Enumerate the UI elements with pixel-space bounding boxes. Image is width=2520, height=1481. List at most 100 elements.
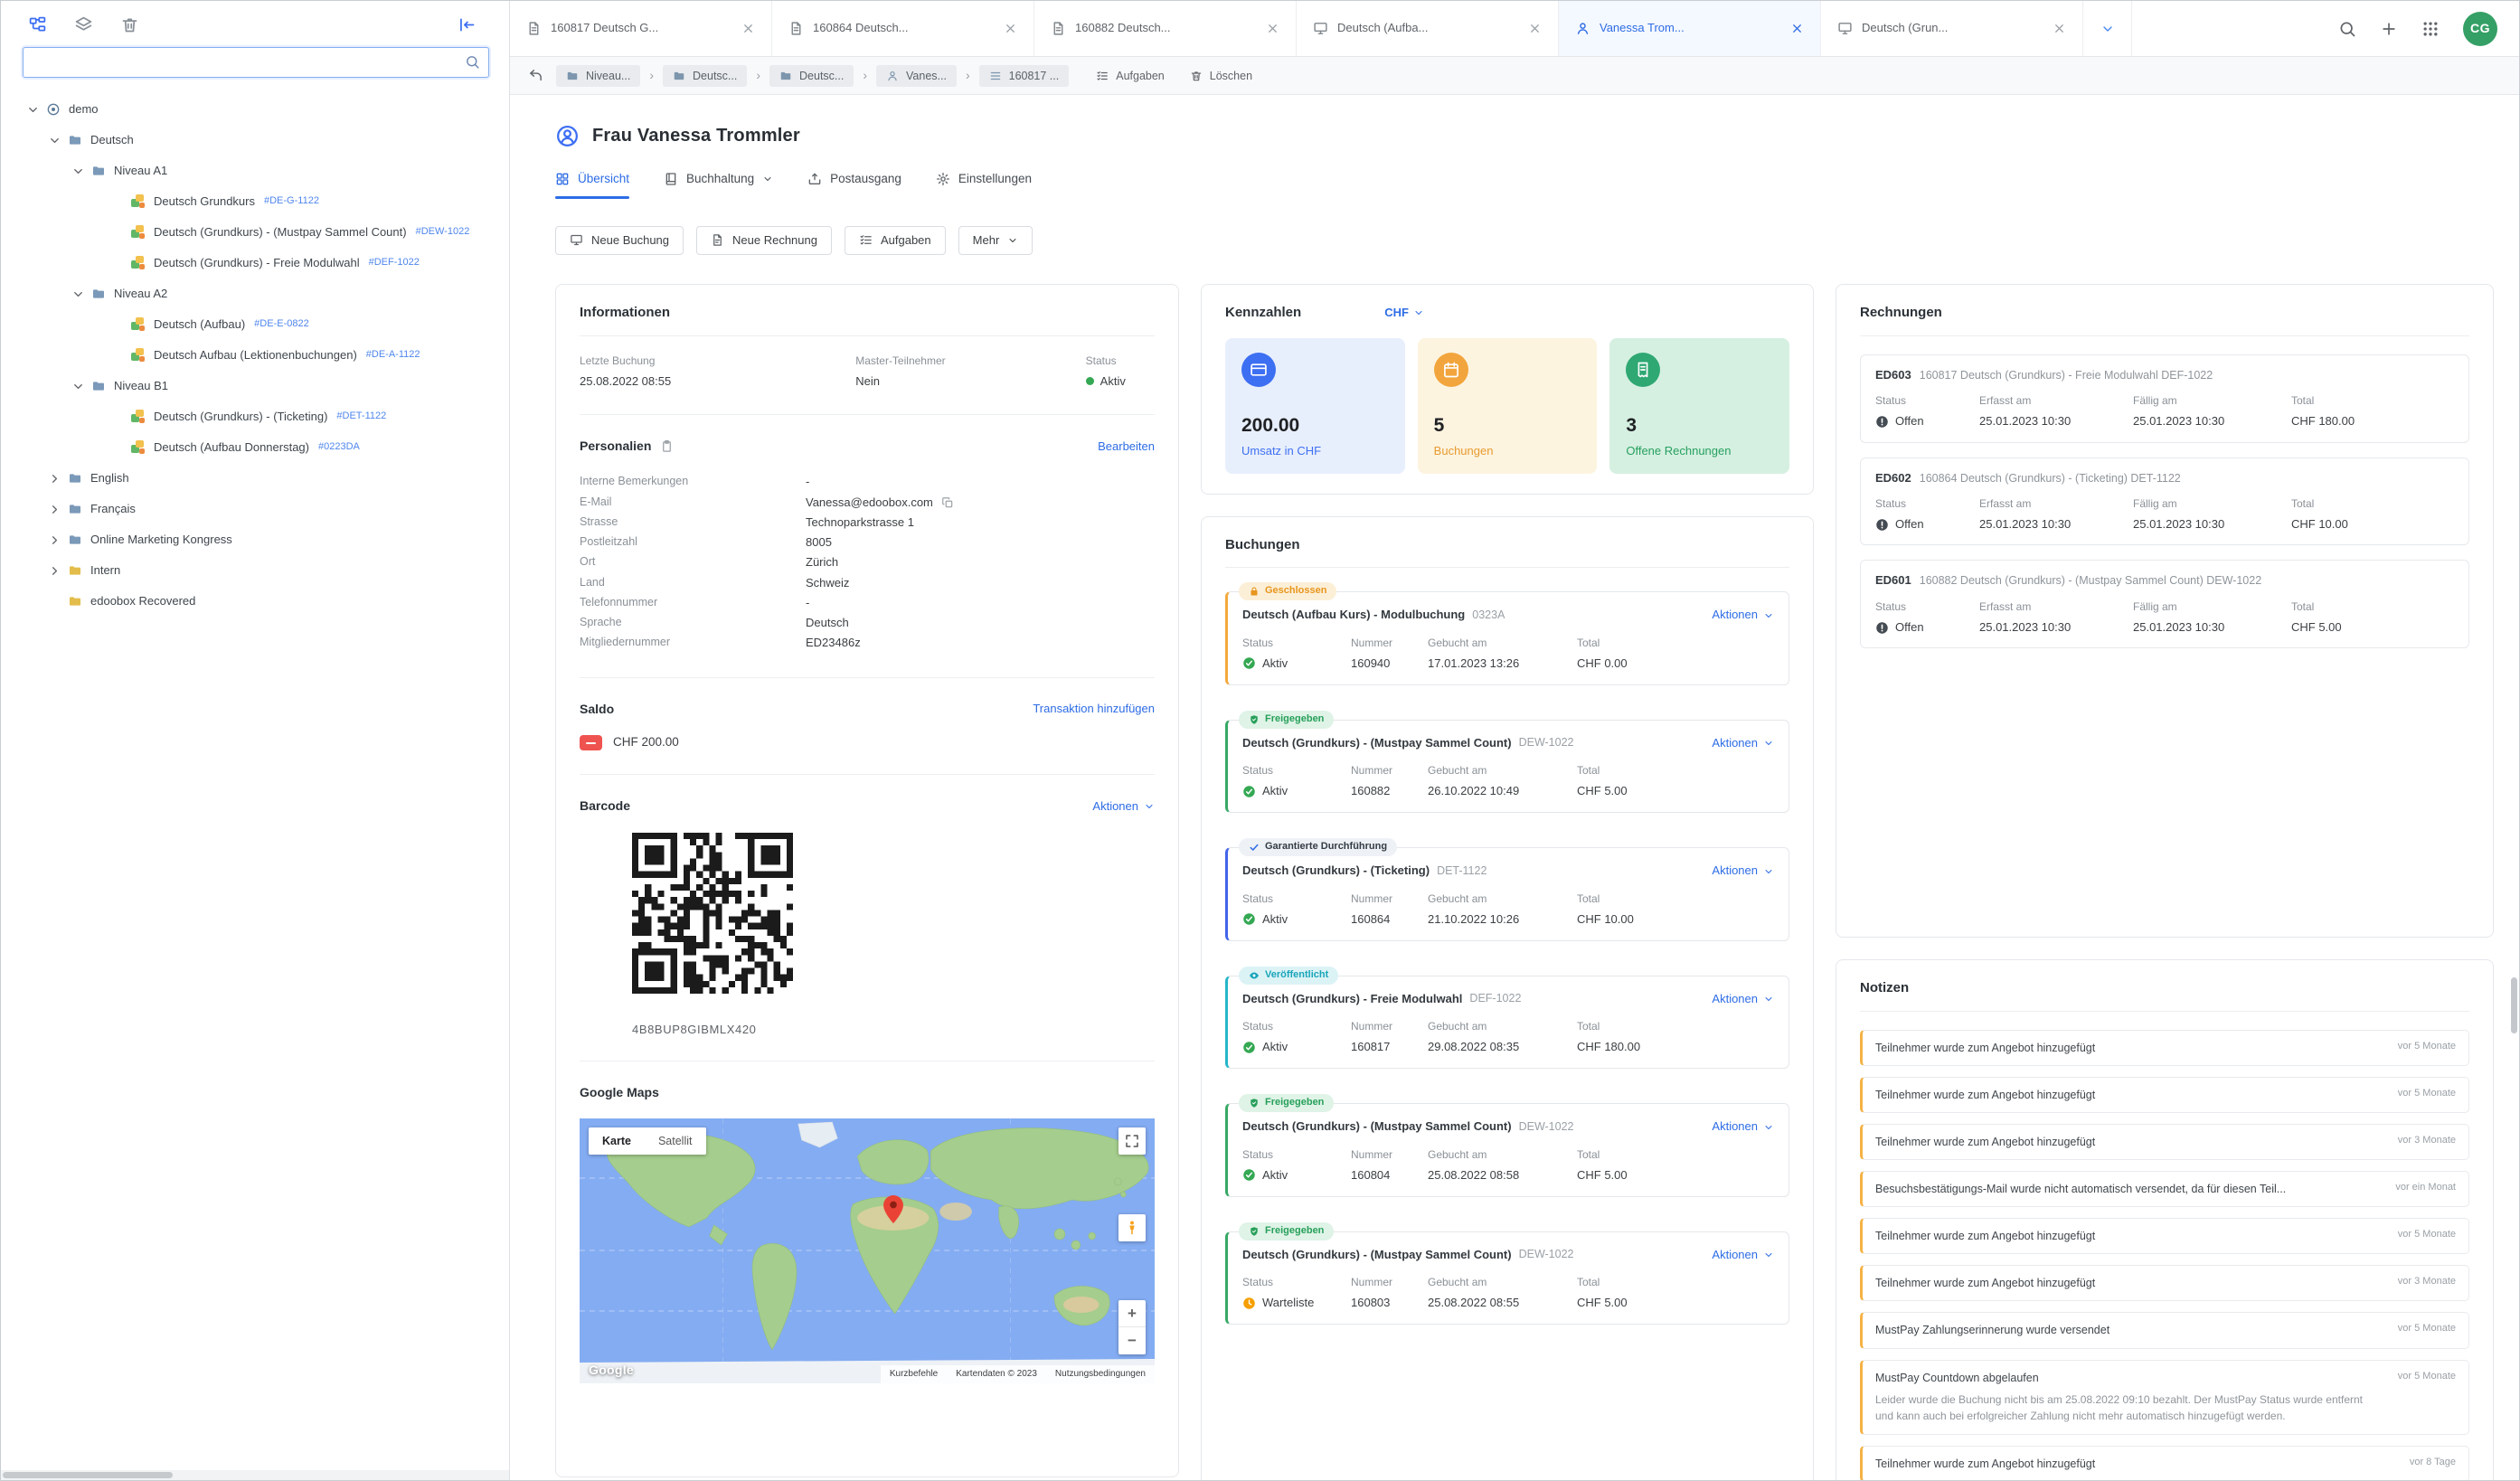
booking-aktionen-link[interactable]: Aktionen — [1712, 736, 1774, 750]
tab-160882-deutsch[interactable]: 160882 Deutsch... — [1034, 1, 1297, 56]
note-item: Teilnehmer wurde zum Angebot hinzugefügt… — [1860, 1124, 2469, 1160]
sidebar-horizontal-scrollbar[interactable] — [1, 1470, 509, 1480]
personalien-row: Telefonnummer - — [580, 593, 1155, 613]
tree-item-demo[interactable]: demo — [1, 94, 509, 125]
breadcrumb-item[interactable]: Niveau... — [556, 65, 640, 87]
map-zoom-out-button[interactable]: − — [1118, 1327, 1146, 1354]
clipboard-icon[interactable] — [660, 439, 674, 453]
tree-item-deutsch-aufbau-lektionenbuchungen[interactable]: Deutsch Aufbau (Lektionenbuchungen) #DE-… — [1, 340, 509, 371]
search-icon[interactable] — [465, 54, 480, 70]
tree-item-intern[interactable]: Intern — [1, 555, 509, 586]
tab-close-icon[interactable] — [1528, 22, 1542, 35]
tree-item-deutsch-grundkurs-ticketing[interactable]: Deutsch (Grundkurs) - (Ticketing) #DET-1… — [1, 401, 509, 432]
chevron-right-icon[interactable] — [48, 503, 61, 516]
add-icon[interactable] — [2380, 20, 2398, 38]
loeschen-button[interactable]: Löschen — [1190, 70, 1252, 82]
map-zoom-in-button[interactable]: + — [1118, 1300, 1146, 1327]
tree-item-niveau-a2[interactable]: Niveau A2 — [1, 278, 509, 309]
tree-item-online-marketing-kongress[interactable]: Online Marketing Kongress — [1, 524, 509, 555]
map-fullscreen-button[interactable] — [1118, 1127, 1146, 1155]
chevron-down-icon[interactable] — [48, 134, 61, 147]
tab-vanessa-trom[interactable]: Vanessa Trom... — [1559, 1, 1821, 56]
booking-aktionen-link[interactable]: Aktionen — [1712, 992, 1774, 1006]
chevron-right-icon[interactable] — [48, 564, 61, 578]
chevron-down-icon[interactable] — [71, 288, 85, 301]
aufgaben-button[interactable]: Aufgaben — [1096, 70, 1165, 82]
tab-close-icon[interactable] — [1004, 22, 1017, 35]
nav-tab-bersicht[interactable]: Übersicht — [555, 172, 629, 199]
more-tabs-button[interactable] — [2083, 1, 2132, 56]
breadcrumb-item[interactable]: 160817 ... — [979, 65, 1070, 87]
tree-item-deutsch-aufbau[interactable]: Deutsch (Aufbau) #DE-E-0822 — [1, 309, 509, 340]
map-karte-button[interactable]: Karte — [589, 1127, 645, 1155]
booking-aktionen-link[interactable]: Aktionen — [1712, 1119, 1774, 1134]
chevron-right-icon[interactable] — [48, 533, 61, 547]
tree-item-english[interactable]: English — [1, 463, 509, 494]
booking-aktionen-link[interactable]: Aktionen — [1712, 608, 1774, 622]
tab-close-icon[interactable] — [1790, 22, 1804, 35]
sidebar-search-input[interactable] — [23, 47, 489, 78]
tree-item-deutsch-grundkurs[interactable]: Deutsch Grundkurs #DE-G-1122 — [1, 186, 509, 217]
tree-item-edoobox-recovered[interactable]: edoobox Recovered — [1, 586, 509, 617]
copy-icon[interactable] — [941, 496, 954, 509]
currency-dropdown[interactable]: CHF — [1384, 306, 1424, 320]
scrollbar-thumb[interactable] — [3, 1472, 173, 1478]
tree-view-icon[interactable] — [28, 15, 47, 34]
neue-buchung-button[interactable]: Neue Buchung — [555, 226, 684, 255]
nav-tab-einstellungen[interactable]: Einstellungen — [936, 172, 1032, 199]
tree-item-fran-ais[interactable]: Français — [1, 494, 509, 524]
tab-deutsch-grun[interactable]: Deutsch (Grun... — [1821, 1, 2083, 56]
scrollbar-thumb[interactable] — [2511, 977, 2517, 1033]
map-marker[interactable] — [883, 1195, 903, 1223]
map-shortcuts-link[interactable]: Kurzbefehle — [890, 1369, 938, 1381]
map-satellit-button[interactable]: Satellit — [645, 1127, 706, 1155]
tree-item-deutsch-grundkurs-mustpay-sammel-count[interactable]: Deutsch (Grundkurs) - (Mustpay Sammel Co… — [1, 217, 509, 248]
tab-label: Vanessa Trom... — [1600, 21, 1781, 35]
map-pegman-button[interactable] — [1118, 1214, 1146, 1241]
breadcrumb-item[interactable]: Deutsc... — [769, 65, 854, 87]
sidebar-trash-icon[interactable] — [120, 15, 139, 34]
list-view-icon[interactable] — [74, 15, 93, 34]
personalien-row: Postleitzahl 8005 — [580, 533, 1155, 552]
aufgaben-button[interactable]: Aufgaben — [845, 226, 946, 255]
breadcrumb-item[interactable]: Deutsc... — [663, 65, 747, 87]
tree-item-badge: #DE-E-0822 — [254, 318, 309, 331]
personalien-row: Strasse Technoparkstrasse 1 — [580, 513, 1155, 533]
main-scrollbar[interactable] — [2510, 1, 2519, 1480]
tree-item-deutsch[interactable]: Deutsch — [1, 125, 509, 156]
chevron-down-icon[interactable] — [71, 165, 85, 178]
tab-close-icon[interactable] — [1266, 22, 1279, 35]
tab-close-icon[interactable] — [2053, 22, 2066, 35]
folder-icon — [566, 70, 579, 82]
google-logo[interactable]: Google — [589, 1363, 634, 1379]
tree-item-niveau-a1[interactable]: Niveau A1 — [1, 156, 509, 186]
tree-item-deutsch-grundkurs-freie-modulwahl[interactable]: Deutsch (Grundkurs) - Freie Modulwahl #D… — [1, 248, 509, 278]
tab-close-icon[interactable] — [741, 22, 755, 35]
nav-tab-postausgang[interactable]: Postausgang — [807, 172, 901, 199]
google-map[interactable]: Karte Satellit + − Google — [580, 1118, 1155, 1383]
barcode-aktionen-link[interactable]: Aktionen — [1092, 799, 1155, 814]
mehr-button[interactable]: Mehr — [958, 226, 1033, 255]
tab-160817-deutsch-g[interactable]: 160817 Deutsch G... — [510, 1, 772, 56]
user-avatar[interactable]: CG — [2463, 12, 2497, 46]
map-terms-link[interactable]: Nutzungsbedingungen — [1055, 1369, 1146, 1381]
booking-aktionen-link[interactable]: Aktionen — [1712, 863, 1774, 878]
tree-item-niveau-b1[interactable]: Niveau B1 — [1, 371, 509, 401]
back-icon[interactable] — [528, 68, 543, 83]
transaktion-hinzufuegen-link[interactable]: Transaktion hinzufügen — [1033, 702, 1155, 716]
neue-rechnung-button[interactable]: Neue Rechnung — [696, 226, 832, 255]
chevron-down-icon[interactable] — [26, 103, 40, 117]
bearbeiten-link[interactable]: Bearbeiten — [1098, 439, 1155, 454]
tree-item-deutsch-aufbau-donnerstag[interactable]: Deutsch (Aufbau Donnerstag) #0223DA — [1, 432, 509, 463]
booking-aktionen-link[interactable]: Aktionen — [1712, 1248, 1774, 1262]
note-timestamp: vor 3 Monate — [2383, 1134, 2456, 1150]
breadcrumb-item[interactable]: Vanes... — [876, 65, 957, 87]
collapse-sidebar-icon[interactable] — [458, 15, 477, 34]
chevron-down-icon[interactable] — [71, 380, 85, 393]
apps-grid-icon[interactable] — [2421, 20, 2440, 38]
global-search-icon[interactable] — [2338, 20, 2356, 38]
nav-tab-buchhaltung[interactable]: Buchhaltung — [664, 172, 773, 199]
tab-deutsch-aufba[interactable]: Deutsch (Aufba... — [1297, 1, 1559, 56]
chevron-right-icon[interactable] — [48, 472, 61, 486]
tab-160864-deutsch[interactable]: 160864 Deutsch... — [772, 1, 1034, 56]
